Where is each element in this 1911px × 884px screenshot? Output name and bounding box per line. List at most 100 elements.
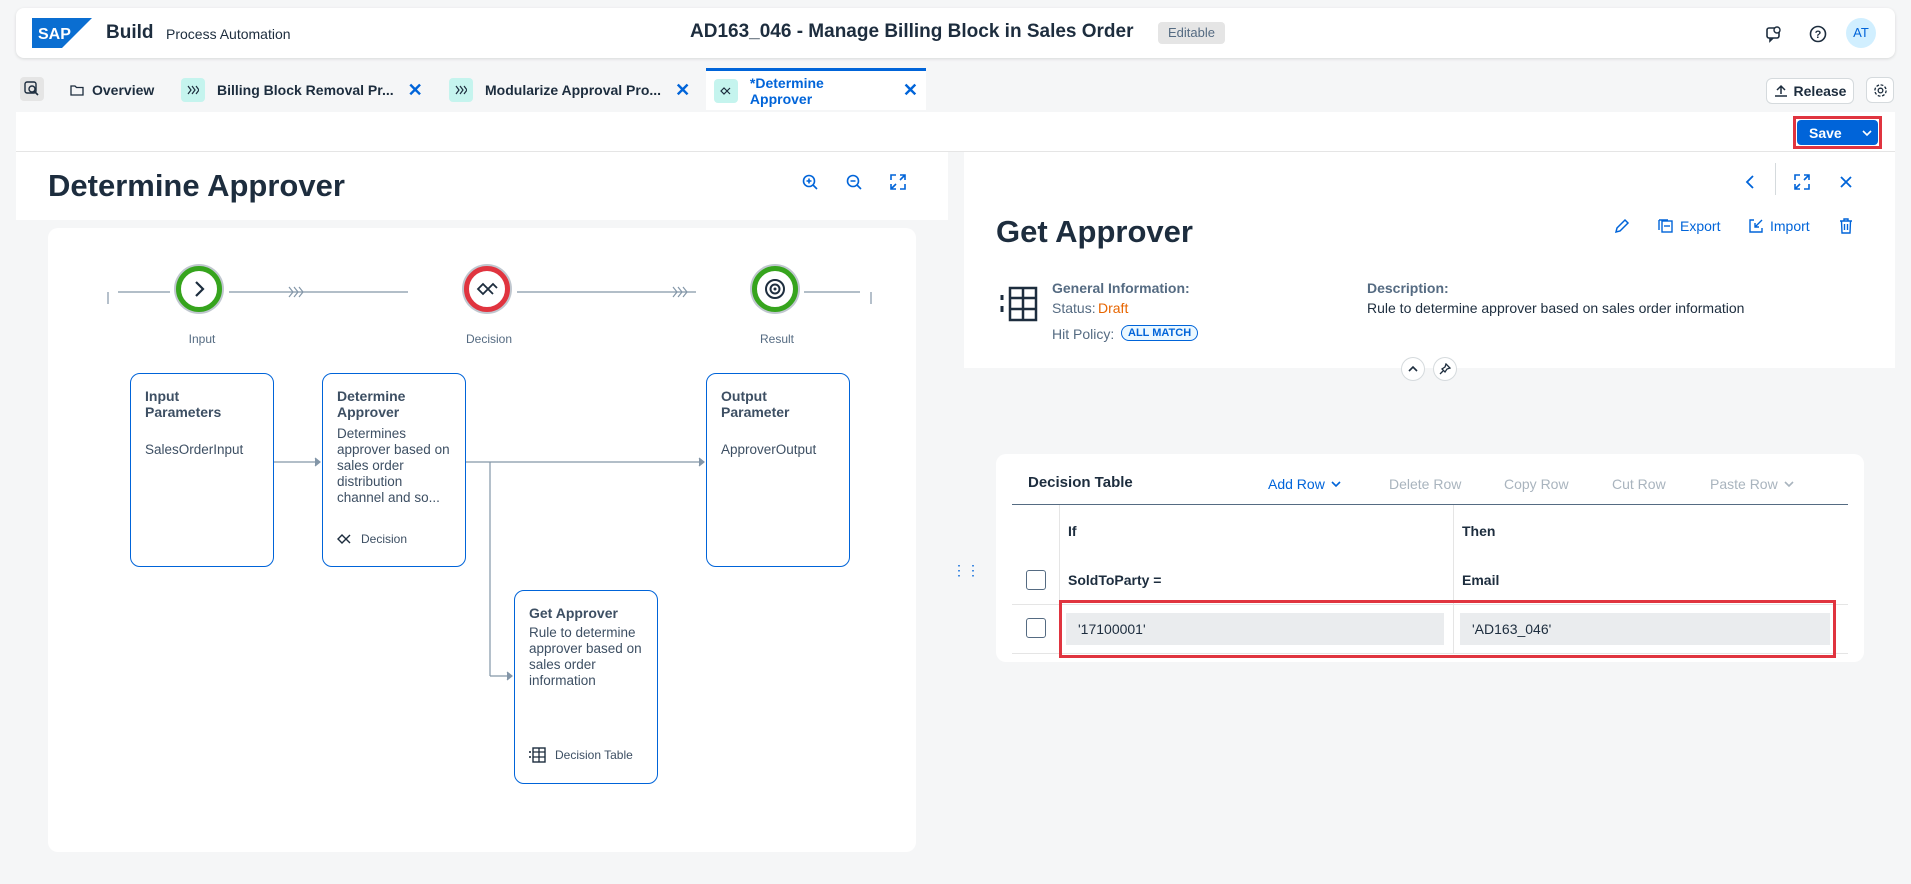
pin-icon[interactable] [1434, 358, 1456, 380]
tab-label: Billing Block Removal Pr... [217, 82, 394, 98]
product-name: Process Automation [166, 26, 291, 42]
chat-icon[interactable] [1760, 20, 1788, 48]
card-type: Decision Table [555, 748, 633, 762]
copy-row-button[interactable]: Copy Row [1504, 476, 1569, 492]
card-type: Decision [361, 532, 408, 546]
chevron-down-icon [1784, 480, 1794, 488]
close-icon[interactable]: ✕ [903, 80, 918, 101]
tab-billing-block-removal[interactable]: Billing Block Removal Pr... ✕ [173, 70, 431, 110]
decision-node[interactable] [464, 266, 510, 312]
zoom-in-icon[interactable] [796, 168, 824, 196]
column-header-email[interactable]: Email [1462, 572, 1499, 588]
shell-bar: SAP Build Process Automation AD163_046 -… [16, 8, 1895, 58]
paste-row-button[interactable]: Paste Row [1710, 476, 1794, 492]
chevron-down-icon [1331, 480, 1341, 488]
status-value: Draft [1098, 300, 1129, 316]
handshake-icon [476, 282, 498, 296]
settings-icon[interactable] [1866, 77, 1894, 103]
editor-toolbar [16, 112, 1895, 152]
folder-icon [70, 83, 84, 97]
close-icon[interactable]: ✕ [408, 80, 423, 101]
splitter-handle[interactable]: ⋮⋮ [952, 560, 980, 580]
card-title: Get Approver [529, 605, 618, 621]
card-description: Determines approver based on sales order… [337, 426, 450, 505]
decision-node-label: Decision [465, 332, 513, 346]
editable-badge: Editable [1158, 22, 1225, 44]
card-footer: Decision [337, 532, 407, 546]
tab-overview[interactable]: Overview [62, 70, 162, 110]
zoom-out-icon[interactable] [840, 168, 868, 196]
input-node[interactable] [176, 266, 222, 312]
result-node-label: Result [759, 332, 794, 346]
input-node-label: Input [188, 332, 216, 346]
output-parameter-card[interactable]: Output Parameter ApproverOutput [706, 373, 850, 567]
page-title: Determine Approver [48, 168, 345, 203]
tab-label: Modularize Approval Pro... [485, 82, 662, 98]
delete-icon[interactable] [1832, 212, 1860, 240]
if-group-header: If [1068, 523, 1077, 539]
export-button[interactable]: Export [1658, 218, 1720, 234]
tab-modularize-approval[interactable]: Modularize Approval Pro... ✕ [441, 70, 698, 110]
edit-icon[interactable] [1608, 212, 1636, 240]
fullscreen-icon[interactable] [1788, 168, 1816, 196]
save-highlight [1793, 116, 1882, 149]
handshake-icon [337, 534, 351, 544]
export-label: Export [1680, 218, 1721, 234]
avatar[interactable]: AT [1846, 18, 1876, 48]
sap-logo[interactable]: SAP [32, 18, 92, 48]
hit-policy-label: Hit Policy: [1052, 326, 1115, 342]
svg-text:?: ? [1815, 29, 1822, 41]
table-header-line [1012, 504, 1848, 505]
card-title: Input Parameters [145, 388, 222, 420]
chevron-right-icon [195, 281, 205, 297]
determine-approver-card[interactable]: Determine Approver Determines approver b… [322, 373, 466, 567]
paste-row-label: Paste Row [1710, 476, 1778, 492]
card-description: ApproverOutput [721, 442, 817, 457]
project-title: AD163_046 - Manage Billing Block in Sale… [690, 21, 1134, 42]
divider [1775, 163, 1776, 195]
upload-icon [1774, 84, 1788, 98]
description-value: Rule to determine approver based on sale… [1367, 300, 1745, 316]
rule-title: Get Approver [996, 214, 1193, 249]
card-title: Output Parameter [721, 388, 790, 420]
result-node[interactable] [752, 266, 798, 312]
description-label: Description: [1367, 280, 1449, 296]
row-highlight [1059, 600, 1836, 658]
card-description: SalesOrderInput [145, 442, 244, 457]
help-icon[interactable]: ? [1804, 20, 1832, 48]
close-icon[interactable]: ✕ [675, 80, 690, 101]
chevron-left-icon[interactable] [1736, 168, 1764, 196]
decision-icon [714, 78, 738, 103]
card-description: Rule to determine approver based on sale… [529, 625, 642, 688]
tab-label: Overview [92, 82, 155, 98]
svg-text:SAP: SAP [38, 26, 71, 43]
target-icon [765, 279, 785, 299]
add-row-label: Add Row [1268, 476, 1325, 492]
decision-table-title: Decision Table [1028, 474, 1133, 491]
import-label: Import [1770, 218, 1810, 234]
release-button[interactable]: Release [1766, 78, 1854, 104]
row-checkbox[interactable] [1026, 618, 1046, 638]
then-group-header: Then [1462, 523, 1496, 539]
tab-determine-approver[interactable]: *Determine Approver ✕ [706, 68, 926, 110]
collapse-header-icon[interactable] [1402, 358, 1424, 380]
card-footer: Decision Table [529, 747, 633, 763]
fit-screen-icon[interactable] [884, 168, 912, 196]
export-icon [1658, 218, 1674, 234]
search-view-icon[interactable] [20, 77, 44, 101]
cut-row-button[interactable]: Cut Row [1612, 476, 1666, 492]
import-button[interactable]: Import [1748, 218, 1810, 234]
hit-policy-badge: ALL MATCH [1121, 325, 1199, 341]
get-approver-card[interactable]: Get Approver Rule to determine approver … [514, 590, 658, 784]
column-header-soldtoparty[interactable]: SoldToParty = [1068, 572, 1161, 588]
delete-row-button[interactable]: Delete Row [1389, 476, 1461, 492]
import-icon [1748, 218, 1764, 234]
input-parameters-card[interactable]: Input Parameters SalesOrderInput [130, 373, 274, 567]
process-icon [181, 78, 205, 102]
select-all-checkbox[interactable] [1026, 570, 1046, 590]
add-row-button[interactable]: Add Row [1268, 476, 1341, 492]
tab-label: *Determine Approver [749, 74, 824, 107]
general-info-label: General Information: [1052, 280, 1190, 296]
close-icon[interactable] [1832, 168, 1860, 196]
release-label: Release [1793, 83, 1847, 99]
